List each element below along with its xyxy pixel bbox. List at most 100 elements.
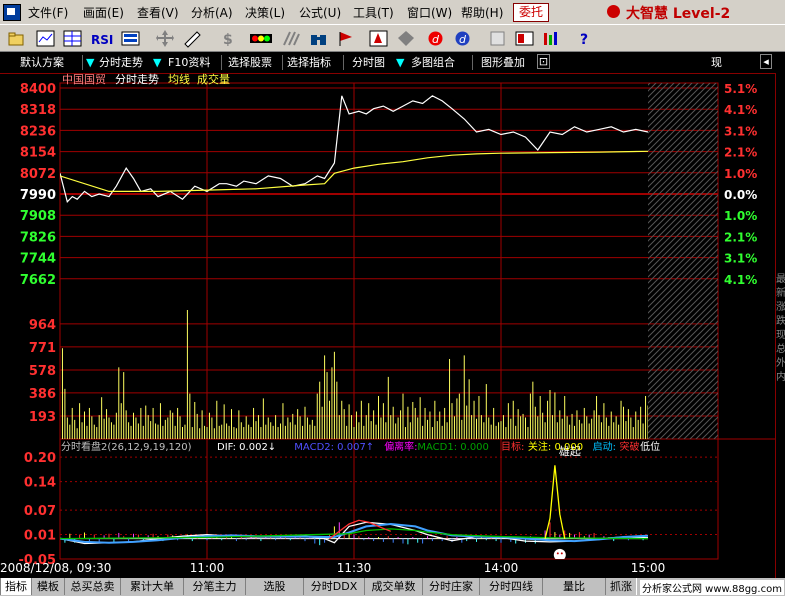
menu-help[interactable]: 帮助(H): [461, 4, 503, 21]
menu-view[interactable]: 查看(V): [137, 4, 179, 21]
diamond-icon[interactable]: [396, 28, 417, 49]
price-tick-label: 8318: [20, 103, 56, 118]
tab-select-stock[interactable]: 选择股票: [228, 54, 272, 71]
tab-default-scheme[interactable]: 默认方案: [20, 54, 64, 71]
tile-icon[interactable]: [514, 28, 535, 49]
price-tick-label: 8400: [20, 82, 56, 97]
bottom-tab-template[interactable]: 模板: [31, 578, 65, 595]
indicator-legend-item: 目标:: [501, 441, 524, 453]
tab-multi-chart[interactable]: 多图组合: [411, 54, 455, 71]
smiley-eye: [560, 552, 563, 555]
pct-tick-label: 3.1%: [724, 124, 757, 138]
price-tick-label: 7990: [20, 188, 56, 203]
tab-divider: [282, 55, 283, 70]
volume-tick-label: 964: [29, 318, 56, 333]
app-icon[interactable]: [3, 4, 21, 21]
table-icon[interactable]: [62, 28, 83, 49]
bottom-tab-tick-main[interactable]: 分笔主力: [183, 578, 246, 595]
time-label-1130: 11:30: [337, 561, 372, 575]
menu-formula[interactable]: 公式(U): [299, 4, 341, 21]
note-icon[interactable]: [487, 28, 508, 49]
tab-f10[interactable]: F10资料: [168, 54, 210, 71]
indicator-legend-item: MACD1: 0.000: [417, 442, 489, 453]
watermark: 分析家公式网 www.88gg.com: [640, 580, 784, 595]
dropdown-arrow-icon[interactable]: ▼: [86, 54, 94, 71]
ball-icon[interactable]: d: [425, 28, 446, 49]
svg-text:d: d: [459, 33, 467, 46]
pct-tick-label: 1.0%: [724, 167, 757, 181]
intraday-chart[interactable]: 8400 8318 8236 8154 8072 7990 7908 7826 7744 7662…: [0, 73, 785, 578]
chart-frame: [59, 82, 719, 560]
svg-text:d: d: [432, 33, 440, 46]
panel-toggle-icon[interactable]: ◂: [760, 54, 772, 69]
chart-icon[interactable]: [35, 28, 56, 49]
bottom-tab-stock-select[interactable]: 选股: [245, 578, 304, 595]
alert-icon[interactable]: [368, 28, 389, 49]
rsi-text: RSI: [91, 33, 113, 47]
bottom-tab-ddx[interactable]: 分时DDX: [303, 578, 365, 595]
ruler-icon[interactable]: [182, 28, 203, 49]
bottom-tab-total-bid-ask[interactable]: 总买总卖: [64, 578, 121, 595]
binoculars-icon[interactable]: [308, 28, 329, 49]
bottom-tab-dealer[interactable]: 分时庄家: [422, 578, 480, 595]
bottom-tab-trade-count[interactable]: 成交单数: [364, 578, 423, 595]
bottom-tab-four-lines[interactable]: 分时四线: [479, 578, 543, 595]
bottom-tab-catch-rise[interactable]: 抓涨: [605, 578, 637, 595]
indicator-legend-item: 突破: [620, 440, 640, 453]
tab-intraday-chart[interactable]: 分时图: [352, 54, 385, 71]
price-tick-label: 8154: [20, 146, 56, 161]
rsi-icon[interactable]: RSI: [89, 28, 115, 49]
chart-mode-label: 分时走势: [115, 73, 159, 86]
lock-icon[interactable]: ⊡: [537, 54, 550, 69]
stock-name: 中国国贸: [62, 73, 106, 86]
indicator-legend-item: 启动:: [593, 440, 616, 453]
price-tick-label: 8236: [20, 124, 56, 139]
price-tick-label: 8072: [20, 167, 56, 182]
bottom-tab-volume-ratio[interactable]: 量比: [542, 578, 606, 595]
pct-tick-label: 2.1%: [724, 146, 757, 160]
tab-divider: [343, 55, 344, 70]
dropdown-arrow-icon[interactable]: ▼: [396, 54, 404, 71]
brand-logo-icon: [607, 5, 620, 18]
menu-view-screen[interactable]: 画面(E): [83, 4, 124, 21]
menu-tools[interactable]: 工具(T): [353, 4, 394, 21]
menu-bar: 文件(F) 画面(E) 查看(V) 分析(A) 决策(L) 公式(U) 工具(T…: [0, 0, 785, 25]
menu-decision[interactable]: 决策(L): [245, 4, 285, 21]
tab-strip: 默认方案 ▼ 分时走势 ▼ F10资料 选择股票 选择指标 分时图 ▼ 多图组合…: [0, 52, 785, 74]
dropdown-arrow-icon[interactable]: ▼: [153, 54, 161, 71]
pct-tick-label: 4.1%: [724, 103, 757, 117]
bottom-tab-cumulative-large[interactable]: 累计大单: [120, 578, 184, 595]
menu-file[interactable]: 文件(F): [28, 4, 68, 21]
tab-divider: [472, 55, 473, 70]
flag-icon[interactable]: [335, 28, 356, 49]
pct-tick-label: 0.0%: [724, 188, 757, 202]
dollar-icon[interactable]: $: [218, 28, 239, 49]
tab-overlay[interactable]: 图形叠加: [481, 54, 525, 71]
right-info-panel: 最新涨跌现总外内: [775, 73, 785, 578]
bottom-tab-indicator[interactable]: 指标: [0, 578, 32, 595]
indicator-legend-item: MACD2: 0.007↑: [294, 442, 374, 453]
toolbar: RSI $ d d ?: [0, 25, 785, 52]
chart-grid: [60, 83, 718, 560]
menu-window[interactable]: 窗口(W): [407, 4, 452, 21]
bars-icon[interactable]: [541, 28, 562, 49]
tab-right-label[interactable]: 现: [711, 54, 722, 71]
menu-analysis[interactable]: 分析(A): [191, 4, 233, 21]
traffic-icon[interactable]: [248, 28, 274, 49]
open-icon[interactable]: [6, 28, 27, 49]
volume-tick-label: 578: [29, 364, 56, 379]
volume-legend: 成交量: [197, 73, 230, 86]
smiley-eye: [556, 552, 559, 555]
stripes-icon[interactable]: [280, 28, 301, 49]
pct-tick-label: 5.1%: [724, 82, 757, 96]
volume-tick-label: 386: [29, 387, 56, 402]
indicator-line-attention: [544, 465, 566, 539]
price-tick-label: 7826: [20, 230, 56, 245]
tab-intraday-trend[interactable]: 分时走势: [99, 54, 143, 71]
grid-icon[interactable]: [120, 28, 141, 49]
nav-icon[interactable]: [155, 28, 176, 49]
tab-select-indicator[interactable]: 选择指标: [287, 54, 331, 71]
entrust-button[interactable]: 委托: [513, 3, 549, 22]
help-icon[interactable]: ?: [574, 28, 595, 49]
stats-icon[interactable]: d: [452, 28, 473, 49]
